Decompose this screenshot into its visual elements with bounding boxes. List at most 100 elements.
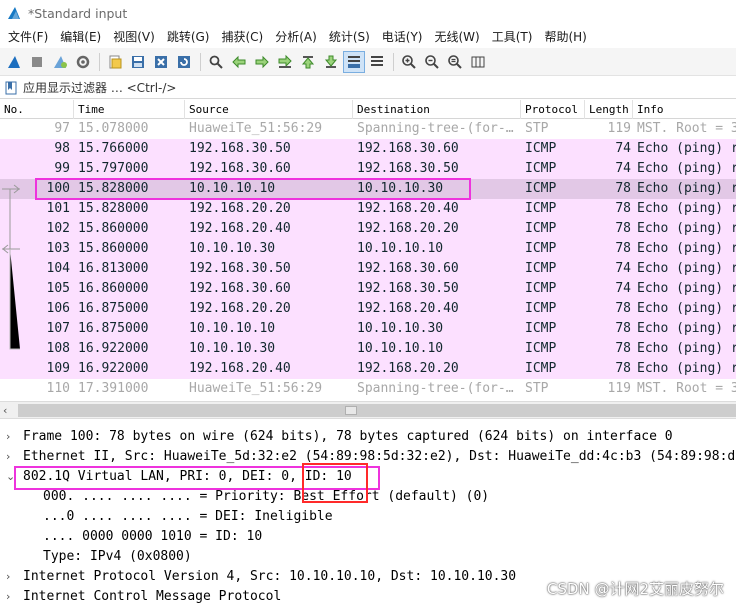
packet-cell-proto: ICMP [525,201,557,216]
menu-item[interactable]: 分析(A) [269,26,323,48]
packet-row[interactable]: 97 15.078000 HuaweiTe_51:56:29 Spanning-tre… [0,119,736,139]
packet-row[interactable]: 103 15.860000 10.10.10.30 10.10.10.10 ICMP 78… [0,239,736,259]
packet-cell-info: Echo (ping) reply [637,361,736,376]
detail-tree-item[interactable]: ⌄ 802.1Q Virtual LAN, PRI: 0, DEI: 0, ID:… [0,467,736,487]
detail-tree-text: Ethernet II, Src: HuaweiTe_5d:32:e2 (54:… [23,449,736,464]
menu-item[interactable]: 帮助(H) [538,26,592,48]
colorize-list-icon[interactable] [366,51,388,73]
detail-tree-text: 000. .... .... .... = Priority: Best Eff… [43,489,490,504]
save-file-icon[interactable] [127,51,149,73]
packet-cell-src: 192.168.20.40 [189,361,291,376]
start-capture-fin-icon[interactable] [3,51,25,73]
filter-bookmark-icon[interactable] [3,80,19,96]
last-packet-icon[interactable] [320,51,342,73]
packet-row[interactable]: 98 15.766000 192.168.30.50 192.168.30.60 ICM… [0,139,736,159]
menu-item[interactable]: 无线(W) [429,26,486,48]
scrollbar-grip-icon[interactable] [345,406,357,415]
first-packet-icon[interactable] [297,51,319,73]
detail-tree-item[interactable]: › Ethernet II, Src: HuaweiTe_5d:32:e2 (54… [0,447,736,467]
column-header-source[interactable]: Source [185,100,353,119]
packet-list-hscrollbar[interactable]: ‹ [0,401,736,419]
packet-row[interactable]: 110 17.391000 HuaweiTe_51:56:29 Spanning-tr… [0,379,736,399]
detail-tree-item[interactable]: Type: IPv4 (0x0800) [0,547,736,567]
packet-row[interactable]: 104 16.813000 192.168.30.50 192.168.30.60 IC… [0,259,736,279]
open-file-icon[interactable] [104,51,126,73]
reload-file-icon[interactable] [173,51,195,73]
go-to-packet-icon[interactable] [274,51,296,73]
menu-item[interactable]: 工具(T) [486,26,539,48]
expand-arrow-icon[interactable]: › [6,427,10,447]
packet-row[interactable]: 105 16.860000 192.168.30.60 192.168.30.50 IC… [0,279,736,299]
packet-cell-dst: 10.10.10.10 [357,241,444,256]
related-packet-indicator [2,184,20,350]
stop-capture-icon[interactable] [26,51,48,73]
menu-item[interactable]: 跳转(G) [161,26,216,48]
normal-size-icon[interactable] [444,51,466,73]
packet-cell-proto: ICMP [525,361,557,376]
display-filter-input[interactable]: 应用显示过滤器 … <Ctrl-/> [23,79,176,96]
menu-item[interactable]: 统计(S) [323,26,376,48]
packet-cell-info: MST. Root = 32768/0/4c:1f:cc:51:56:29 [637,381,736,396]
detail-tree-item[interactable]: 000. .... .... .... = Priority: Best Eff… [0,487,736,507]
capture-options-gear-icon[interactable] [72,51,94,73]
packet-cell-info: Echo (ping) reply [637,281,736,296]
packet-row[interactable]: 108 16.922000 10.10.10.30 10.10.10.10 ICMP 78… [0,339,736,359]
menu-item[interactable]: 电话(Y) [376,26,429,48]
resize-columns-icon[interactable] [467,51,489,73]
packet-cell-time: 16.875000 [78,321,149,336]
go-back-arrow-icon[interactable] [228,51,250,73]
detail-tree-item[interactable]: .... 0000 0000 1010 = ID: 10 [0,527,736,547]
packet-row[interactable]: 106 16.875000 192.168.20.20 192.168.20.40 IC… [0,299,736,319]
close-file-icon[interactable] [150,51,172,73]
menu-item[interactable]: 视图(V) [107,26,161,48]
auto-scroll-icon[interactable] [343,50,365,73]
scroll-left-arrow-icon[interactable]: ‹ [3,404,7,417]
column-header-time[interactable]: Time [74,100,185,119]
packet-cell-src: 192.168.30.50 [189,261,291,276]
expand-arrow-icon[interactable]: › [6,447,10,467]
packet-cell-proto: ICMP [525,341,557,356]
zoom-in-icon[interactable] [398,51,420,73]
packet-cell-time: 15.860000 [78,241,149,256]
column-header-no[interactable]: No. [0,100,74,119]
packet-row[interactable]: 101 15.828000 192.168.20.20 192.168.20.40 IC… [0,199,736,219]
menu-item[interactable]: 捕获(C) [215,26,269,48]
detail-tree-item[interactable]: › Frame 100: 78 bytes on wire (624 bits),… [0,427,736,447]
packet-cell-dst: 10.10.10.30 [357,181,444,196]
zoom-out-icon[interactable] [421,51,443,73]
packet-cell-len: 78 [615,321,631,336]
collapse-arrow-icon[interactable]: ⌄ [6,467,15,487]
packet-cell-len: 78 [615,201,631,216]
find-packet-icon[interactable] [205,51,227,73]
detail-tree-text: ...0 .... .... .... = DEI: Ineligible [43,509,333,524]
packet-row[interactable]: 107 16.875000 10.10.10.10 10.10.10.30 ICMP 78… [0,319,736,339]
expand-arrow-icon[interactable]: › [6,567,10,587]
scrollbar-thumb[interactable] [18,404,736,417]
menu-item[interactable]: 编辑(E) [54,26,107,48]
packet-row[interactable]: 102 15.860000 192.168.20.40 192.168.20.20 IC… [0,219,736,239]
column-header-info[interactable]: Info [633,100,736,119]
column-header-length[interactable]: Length [585,100,633,119]
restart-capture-icon[interactable] [49,51,71,73]
packet-cell-src: HuaweiTe_51:56:29 [189,381,323,396]
packet-cell-src: 192.168.30.50 [189,141,291,156]
packet-cell-len: 78 [615,181,631,196]
column-header-destination[interactable]: Destination [353,100,521,119]
display-filter-bar[interactable]: 应用显示过滤器 … <Ctrl-/> [0,77,736,99]
packet-cell-dst: Spanning-tree-(for-… [357,381,514,396]
packet-cell-len: 74 [615,281,631,296]
expand-arrow-icon[interactable]: › [6,587,10,607]
packet-row[interactable]: 99 15.797000 192.168.30.60 192.168.30.50 ICM… [0,159,736,179]
column-header-protocol[interactable]: Protocol [521,100,585,119]
packet-cell-src: 192.168.20.40 [189,221,291,236]
packet-cell-proto: STP [525,121,549,136]
packet-cell-info: Echo (ping) request [637,181,736,196]
menu-item[interactable]: 文件(F) [2,26,54,48]
packet-list-header: No. Time Source Destination Protocol Len… [0,100,736,119]
packet-cell-info: Echo (ping) request [637,261,736,276]
detail-tree-item[interactable]: ...0 .... .... .... = DEI: Ineligible [0,507,736,527]
packet-cell-time: 16.860000 [78,281,149,296]
go-forward-arrow-icon[interactable] [251,51,273,73]
packet-row[interactable]: 109 16.922000 192.168.20.40 192.168.20.20 IC… [0,359,736,379]
packet-row[interactable]: 100 15.828000 10.10.10.10 10.10.10.30 ICMP 78… [0,179,736,199]
